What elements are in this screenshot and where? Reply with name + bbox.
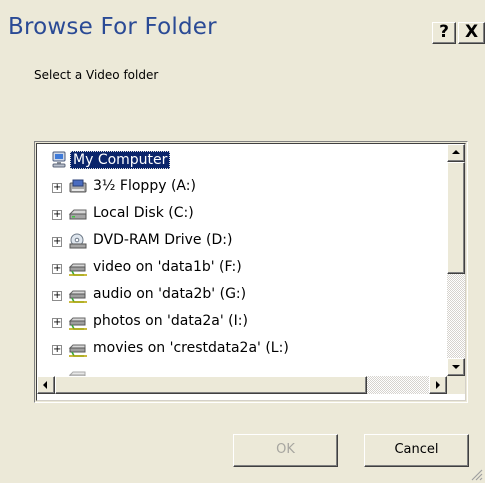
- ok-button[interactable]: OK: [233, 434, 338, 467]
- horizontal-scroll-thumb[interactable]: [55, 376, 367, 394]
- hard-disk-icon: [68, 209, 87, 220]
- network-drive-icon: [68, 290, 87, 303]
- scroll-right-button[interactable]: [429, 376, 447, 394]
- tree-item-label: 3½ Floppy (A:): [93, 178, 196, 194]
- expand-icon[interactable]: +: [52, 210, 62, 220]
- help-button[interactable]: ?: [432, 22, 456, 44]
- folder-tree-frame: My Computer + 3½ Floppy (A:) + Local Dis…: [34, 141, 468, 403]
- scrollbar-corner: [447, 376, 465, 394]
- network-drive-icon: [68, 263, 87, 276]
- horizontal-scrollbar[interactable]: [37, 376, 447, 394]
- folder-tree-list: My Computer + 3½ Floppy (A:) + Local Dis…: [37, 144, 447, 376]
- tree-item-floppy-a[interactable]: + 3½ Floppy (A:): [37, 175, 447, 201]
- arrow-up-icon: [452, 150, 460, 154]
- dvd-drive-icon: [69, 233, 87, 249]
- tree-item-local-disk-c[interactable]: + Local Disk (C:): [37, 202, 447, 228]
- tree-item-photos-i[interactable]: + photos on 'data2a' (I:): [37, 310, 447, 336]
- tree-item-label: My Computer: [70, 151, 171, 169]
- title-bar[interactable]: Browse For Folder ? X: [0, 0, 485, 48]
- tree-item-dvd-ram-d[interactable]: + DVD-RAM Drive (D:): [37, 229, 447, 255]
- tree-item-my-computer[interactable]: My Computer: [37, 148, 447, 174]
- cancel-button[interactable]: Cancel: [364, 434, 469, 467]
- network-drive-icon: [68, 344, 87, 357]
- expand-icon[interactable]: +: [52, 237, 62, 247]
- expand-icon[interactable]: +: [52, 318, 62, 328]
- close-button[interactable]: X: [458, 22, 485, 44]
- expand-icon[interactable]: +: [52, 264, 62, 274]
- expand-icon[interactable]: +: [52, 183, 62, 193]
- vertical-scrollbar[interactable]: [447, 144, 465, 376]
- expand-icon[interactable]: +: [52, 345, 62, 355]
- browse-for-folder-dialog: Browse For Folder ? X Select a Video fol…: [0, 0, 485, 483]
- arrow-down-icon: [452, 365, 460, 369]
- network-drive-icon: [68, 371, 86, 376]
- tree-item-movies-l[interactable]: + movies on 'crestdata2a' (L:): [37, 337, 447, 363]
- arrow-right-icon: [436, 381, 440, 389]
- tree-item-label: audio on 'data2b' (G:): [93, 286, 247, 302]
- my-computer-icon: [52, 151, 66, 168]
- resize-grip-icon[interactable]: [469, 467, 483, 481]
- arrow-left-icon: [43, 381, 47, 389]
- tree-item-partial[interactable]: [37, 364, 447, 376]
- scroll-left-button[interactable]: [37, 376, 55, 394]
- dialog-title: Browse For Folder: [8, 14, 217, 40]
- tree-item-label: Local Disk (C:): [93, 205, 194, 221]
- scroll-up-button[interactable]: [447, 144, 465, 162]
- tree-item-label: photos on 'data2a' (I:): [93, 313, 248, 329]
- tree-item-label: video on 'data1b' (F:): [93, 259, 242, 275]
- tree-item-video-f[interactable]: + video on 'data1b' (F:): [37, 256, 447, 282]
- vertical-scroll-thumb[interactable]: [447, 162, 465, 274]
- network-drive-icon: [68, 317, 87, 330]
- floppy-drive-icon: [69, 179, 87, 193]
- instruction-text: Select a Video folder: [34, 68, 159, 82]
- folder-tree-view[interactable]: My Computer + 3½ Floppy (A:) + Local Dis…: [36, 143, 466, 401]
- expand-icon[interactable]: +: [52, 291, 62, 301]
- tree-item-label: DVD-RAM Drive (D:): [93, 232, 233, 248]
- scroll-down-button[interactable]: [447, 358, 465, 376]
- tree-item-audio-g[interactable]: + audio on 'data2b' (G:): [37, 283, 447, 309]
- tree-item-label: movies on 'crestdata2a' (L:): [93, 340, 289, 356]
